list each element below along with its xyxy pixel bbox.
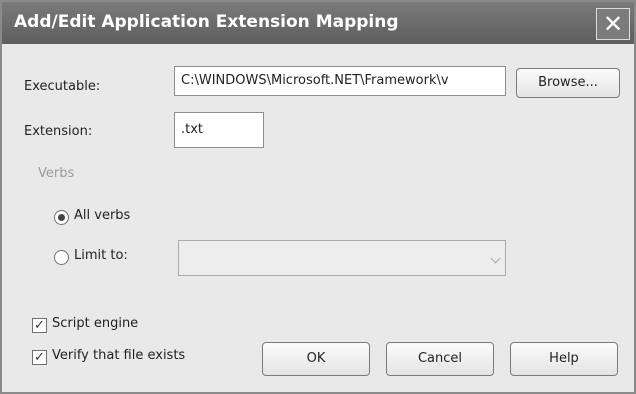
verify-file-checkbox[interactable]: ✓ <box>32 350 47 365</box>
close-icon[interactable]: ✕ <box>596 8 630 40</box>
verbs-group-label: Verbs <box>38 166 75 181</box>
help-button[interactable]: Help <box>510 342 618 376</box>
dialog-title: Add/Edit Application Extension Mapping <box>14 12 399 32</box>
chevron-down-icon <box>490 253 501 264</box>
script-engine-checkbox[interactable]: ✓ <box>32 318 47 333</box>
executable-field[interactable]: C:\WINDOWS\Microsoft.NET\Framework\v <box>174 66 506 96</box>
dialog-window: Add/Edit Application Extension Mapping ✕… <box>0 0 636 394</box>
limit-to-label: Limit to: <box>74 248 128 263</box>
extension-label: Extension: <box>24 124 93 139</box>
script-engine-label: Script engine <box>52 316 139 331</box>
ok-button-label: OK <box>306 351 326 366</box>
all-verbs-label: All verbs <box>74 208 131 223</box>
help-button-label: Help <box>549 351 579 366</box>
executable-label: Executable: <box>24 79 101 94</box>
cancel-button-label: Cancel <box>417 351 463 366</box>
browse-button[interactable]: Browse... <box>516 68 620 98</box>
limit-to-radio[interactable] <box>54 250 69 265</box>
limit-to-select[interactable] <box>178 240 506 276</box>
title-bar: Add/Edit Application Extension Mapping ✕ <box>2 2 634 44</box>
ok-button[interactable]: OK <box>262 342 370 376</box>
all-verbs-radio[interactable] <box>54 210 69 225</box>
extension-field[interactable]: .txt <box>174 112 264 148</box>
verify-file-label: Verify that file exists <box>52 348 186 363</box>
cancel-button[interactable]: Cancel <box>386 342 494 376</box>
radio-selected-dot <box>58 214 65 221</box>
browse-button-label: Browse... <box>538 75 598 90</box>
